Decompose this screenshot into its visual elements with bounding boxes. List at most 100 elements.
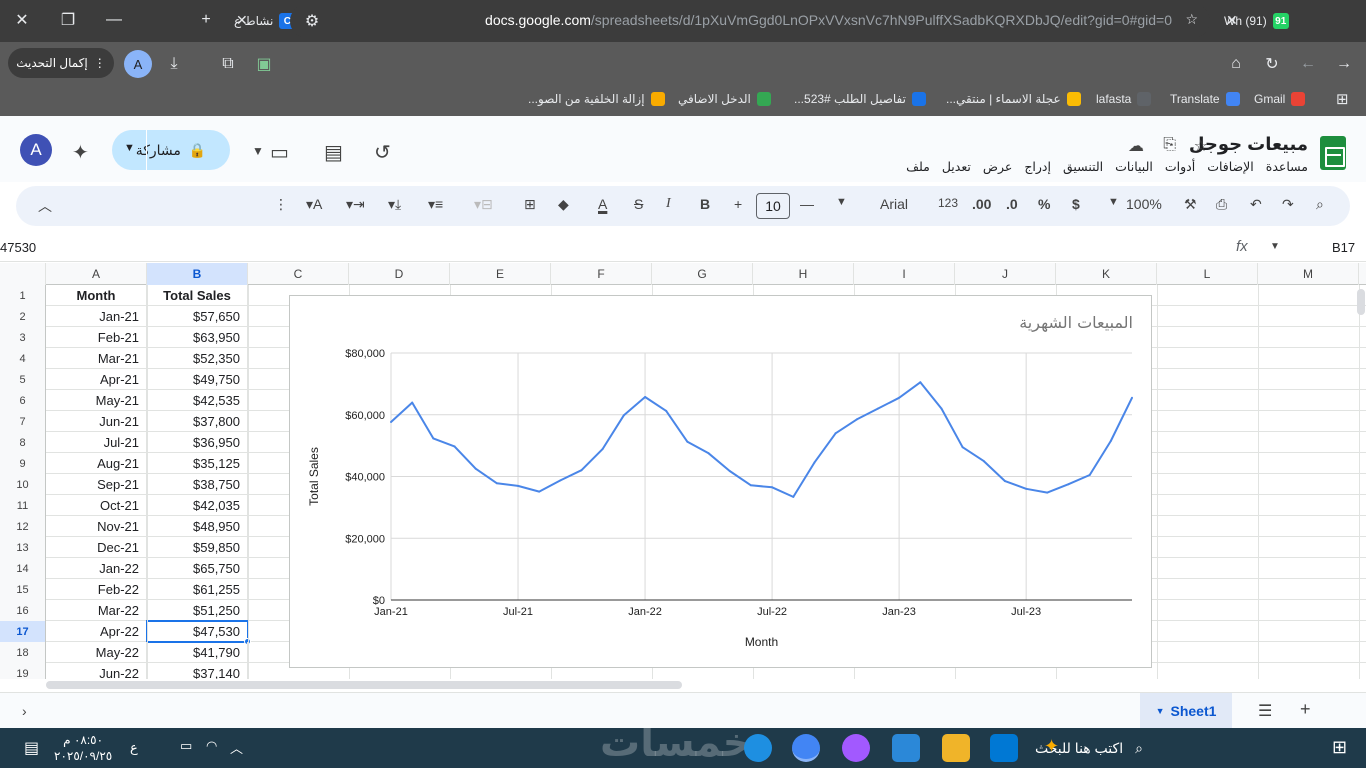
row-header[interactable]: 17: [0, 621, 46, 642]
omnibox[interactable]: ⚙ docs.google.com/spreadsheets/d/1pXuVmG…: [290, 4, 1210, 38]
cell-total-sales[interactable]: $63,950: [147, 327, 248, 348]
strikethrough-button[interactable]: S: [634, 196, 643, 212]
row-header[interactable]: 18: [0, 642, 46, 663]
extension-chat-icon[interactable]: ▣: [250, 50, 278, 78]
row-header[interactable]: 4: [0, 348, 46, 369]
row-header[interactable]: 12: [0, 516, 46, 537]
bookmark-item[interactable]: Translate: [1170, 92, 1240, 106]
increase-font-size-icon[interactable]: +: [734, 196, 742, 212]
cell-month[interactable]: Sep-21: [46, 474, 147, 495]
cell-total-sales[interactable]: $52,350: [147, 348, 248, 369]
tab-close-icon[interactable]: ✕: [236, 12, 248, 29]
borders-icon[interactable]: ⊞: [524, 196, 536, 213]
zoom-select[interactable]: 100%: [1126, 196, 1162, 212]
cell-month[interactable]: Feb-21: [46, 327, 147, 348]
version-history-icon[interactable]: ↺: [374, 140, 391, 165]
column-header[interactable]: F: [551, 263, 652, 285]
chrome-icon[interactable]: [792, 734, 820, 762]
update-browser-button[interactable]: إكمال التحديث ⋮: [8, 48, 114, 78]
select-all-corner[interactable]: [0, 263, 46, 285]
site-settings-icon[interactable]: ⚙: [298, 7, 326, 35]
bookmark-item[interactable]: lafasta: [1096, 92, 1152, 106]
menu-item[interactable]: التنسيق: [1063, 159, 1103, 174]
close-window-icon[interactable]: ✕: [0, 0, 44, 40]
zoom-dropdown-icon[interactable]: ▼: [1108, 196, 1119, 208]
cell-month[interactable]: Aug-21: [46, 453, 147, 474]
bookmark-item[interactable]: إزالة الخلفية من الصو...: [528, 92, 665, 106]
cell-total-sales[interactable]: $61,255: [147, 579, 248, 600]
file-explorer-icon[interactable]: [942, 734, 970, 762]
column-header[interactable]: K: [1056, 263, 1157, 285]
row-header[interactable]: 14: [0, 558, 46, 579]
text-wrap-icon[interactable]: ▾⇥: [346, 196, 365, 213]
menu-item[interactable]: مساعدة: [1266, 159, 1308, 174]
bookmark-item[interactable]: الدخل الاضافي: [678, 92, 771, 106]
cell-month[interactable]: Mar-22: [46, 600, 147, 621]
taskbar-search[interactable]: ⌕ اكتب هنا للبحث: [1035, 728, 1320, 768]
horizontal-scrollbar[interactable]: [46, 681, 682, 689]
menu-item[interactable]: الإضافات: [1207, 159, 1254, 174]
sheet-tab-dropdown-icon[interactable]: ▼: [1156, 706, 1165, 716]
menu-item[interactable]: أدوات: [1165, 159, 1195, 174]
cell-total-sales[interactable]: $57,650: [147, 306, 248, 327]
sheet-tab-sheet1[interactable]: ▼ Sheet1: [1140, 693, 1232, 729]
row-header[interactable]: 13: [0, 537, 46, 558]
cell-month[interactable]: Jan-21: [46, 306, 147, 327]
windows-start-icon[interactable]: ⊞: [1332, 737, 1347, 758]
account-avatar[interactable]: A: [20, 134, 52, 166]
extensions-icon[interactable]: ⧉: [214, 50, 242, 78]
redo-icon[interactable]: ↷: [1282, 196, 1294, 213]
cell-month[interactable]: Jun-22: [46, 663, 147, 679]
bookmark-item[interactable]: عجلة الاسماء | منتقي...: [946, 92, 1081, 106]
formula-input[interactable]: 47530: [0, 240, 36, 255]
forward-icon[interactable]: ←: [1294, 50, 1322, 78]
cell-month[interactable]: May-21: [46, 390, 147, 411]
cell-month[interactable]: Dec-21: [46, 537, 147, 558]
cell-total-sales[interactable]: $42,035: [147, 495, 248, 516]
cell-total-sales[interactable]: $37,140: [147, 663, 248, 679]
restore-window-icon[interactable]: ❐: [46, 0, 90, 40]
gemini-icon[interactable]: ✦: [72, 140, 89, 165]
undo-icon[interactable]: ↶: [1250, 196, 1262, 213]
search-menus-icon[interactable]: ⌕: [1316, 196, 1324, 213]
cell-total-sales[interactable]: $38,750: [147, 474, 248, 495]
store-icon[interactable]: [892, 734, 920, 762]
paint-format-icon[interactable]: ⚒: [1184, 196, 1197, 213]
column-header[interactable]: C: [248, 263, 349, 285]
decrease-decimal-button[interactable]: .0: [1006, 196, 1018, 212]
reload-icon[interactable]: ↻: [1258, 50, 1286, 78]
cell-month[interactable]: Month: [46, 285, 147, 306]
cell-month[interactable]: Mar-21: [46, 348, 147, 369]
cell-month[interactable]: Oct-21: [46, 495, 147, 516]
cell-total-sales[interactable]: $35,125: [147, 453, 248, 474]
language-indicator[interactable]: ع: [130, 740, 138, 756]
cell-total-sales[interactable]: $42,535: [147, 390, 248, 411]
battery-icon[interactable]: ▭: [180, 738, 192, 754]
cell-month[interactable]: Apr-21: [46, 369, 147, 390]
row-header[interactable]: 1: [0, 285, 46, 306]
row-header[interactable]: 19: [0, 663, 46, 679]
cell-total-sales[interactable]: $37,800: [147, 411, 248, 432]
edge-icon[interactable]: [744, 734, 772, 762]
number-format-button[interactable]: 123: [938, 196, 958, 210]
tab-close-icon[interactable]: ✕: [1226, 12, 1238, 29]
bookmark-star-icon[interactable]: ☆: [1185, 11, 1198, 28]
column-header[interactable]: I: [854, 263, 955, 285]
all-sheets-icon[interactable]: ☰: [1258, 701, 1272, 721]
menu-item[interactable]: إدراج: [1024, 159, 1051, 174]
move-folder-icon[interactable]: ⎘: [1163, 136, 1176, 154]
share-button[interactable]: 🔒 مشاركة ▼: [112, 130, 230, 170]
print-icon[interactable]: ⎙: [1216, 196, 1227, 213]
cloud-status-icon[interactable]: ☁: [1128, 136, 1144, 156]
minimize-window-icon[interactable]: —: [92, 0, 136, 40]
name-box-dropdown-icon[interactable]: ▼: [1270, 241, 1280, 252]
horizontal-align-icon[interactable]: ▾≡: [428, 196, 443, 213]
row-header[interactable]: 2: [0, 306, 46, 327]
menu-item[interactable]: تعديل: [942, 159, 971, 174]
back-icon[interactable]: →: [1330, 50, 1358, 78]
cell-total-sales[interactable]: $48,950: [147, 516, 248, 537]
more-options-icon[interactable]: ⋮: [274, 196, 288, 213]
percent-format-button[interactable]: %: [1038, 196, 1050, 212]
column-header[interactable]: G: [652, 263, 753, 285]
column-header[interactable]: A: [46, 263, 147, 285]
